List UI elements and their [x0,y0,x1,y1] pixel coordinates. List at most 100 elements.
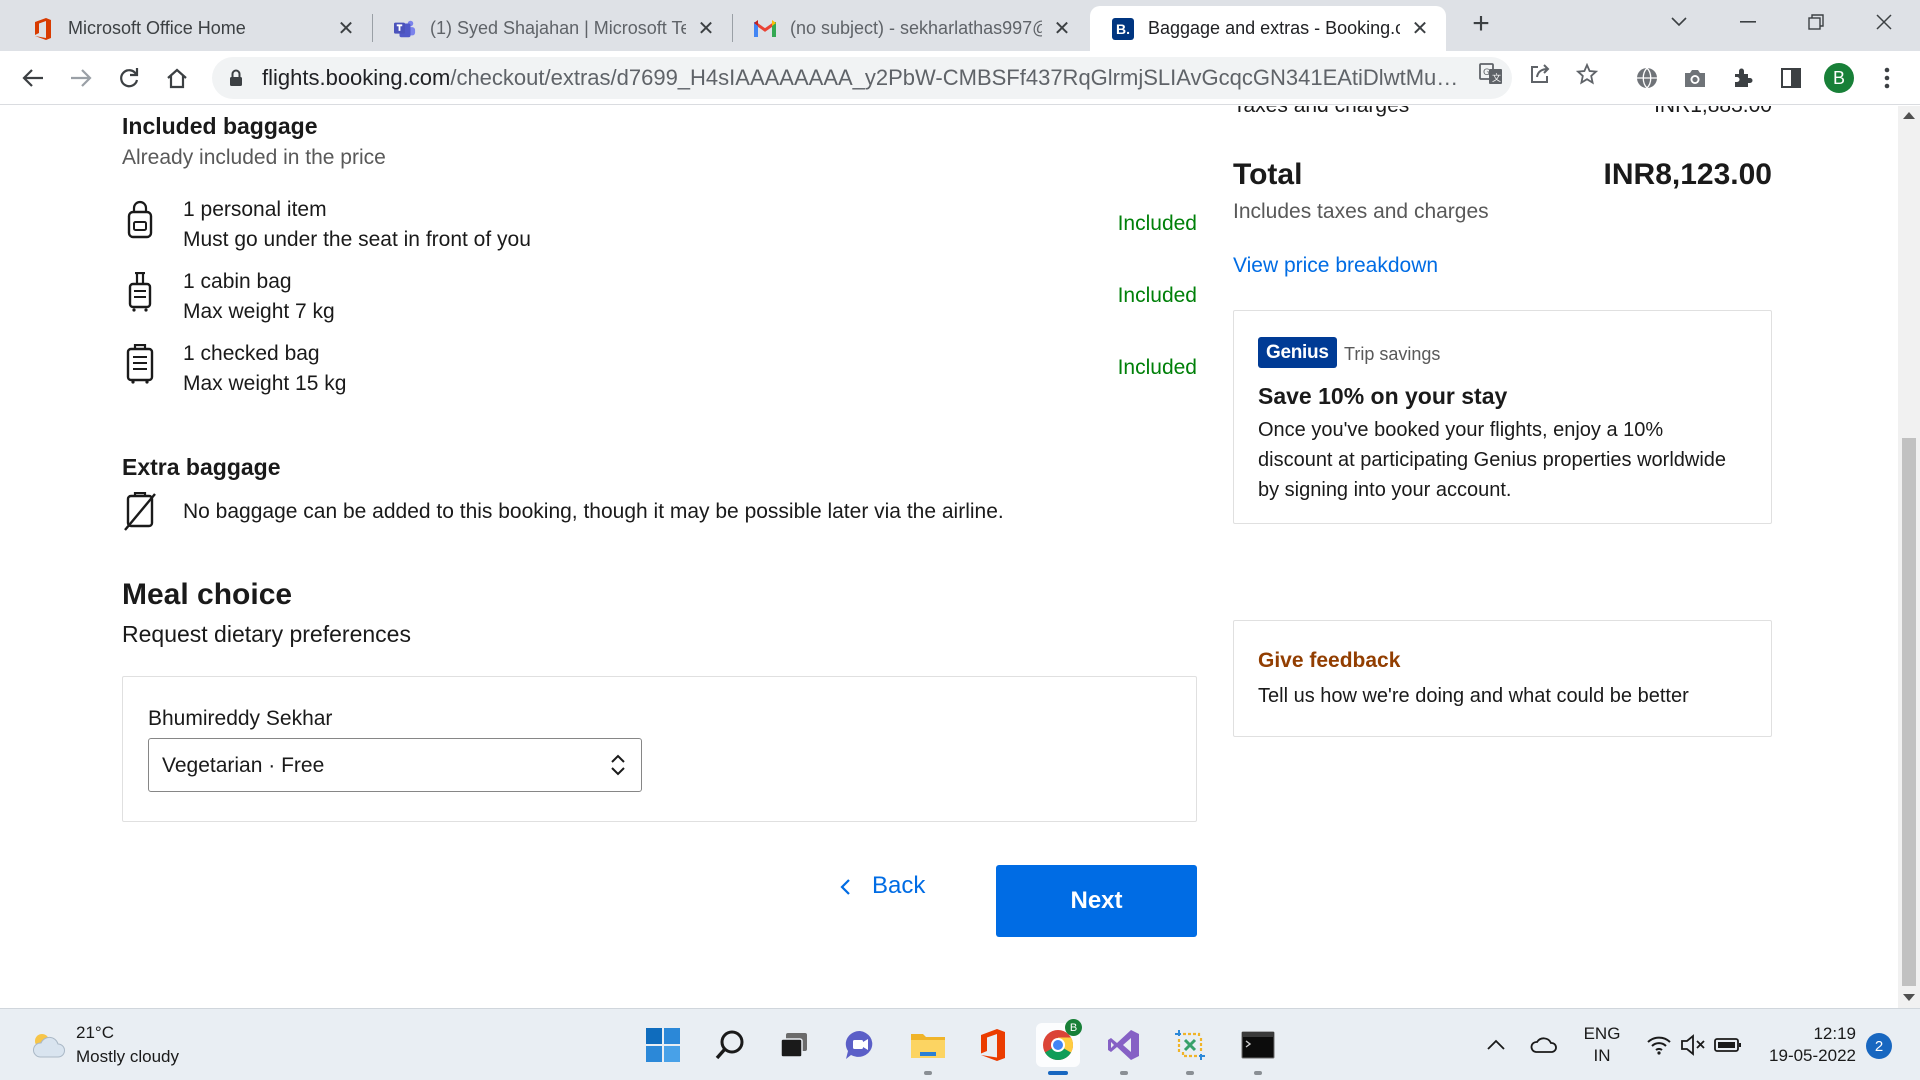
visual-studio-icon[interactable] [1102,1023,1146,1067]
back-button-label: Back [872,872,926,899]
view-price-breakdown-link[interactable]: View price breakdown [1233,254,1438,278]
onedrive-cloud-icon[interactable] [1530,1031,1558,1059]
total-value: INR8,123.00 [1603,158,1772,191]
page-scrollbar[interactable] [1898,106,1920,1008]
teams-chat-icon[interactable] [838,1023,882,1067]
input-language[interactable]: ENG IN [1582,1023,1622,1067]
reload-icon[interactable] [114,63,144,93]
chevron-left-icon [838,876,852,896]
office-app-icon[interactable] [971,1023,1015,1067]
speaker-muted-icon[interactable] [1679,1031,1707,1059]
side-panel-icon[interactable] [1776,63,1806,93]
new-tab-button[interactable]: + [1466,9,1496,40]
included-status: Included [1117,356,1197,379]
camera-extension-icon[interactable] [1680,63,1710,93]
extra-baggage-title: Extra baggage [122,454,281,480]
tab-title: (no subject) - sekharlathas997@g [790,18,1042,38]
cloud-weather-icon[interactable] [30,1031,66,1059]
baggage-row-checked: 1 checked bag Max weight 15 kg Included [122,342,1197,402]
globe-extension-icon[interactable] [1632,63,1662,93]
back-button[interactable]: Back [838,864,938,908]
genius-badge: Genius [1258,337,1337,368]
tab-teams[interactable]: (1) Syed Shajahan | Microsoft Tea ✕ [372,6,732,51]
meal-select[interactable]: Vegetarian · Free [148,738,642,792]
snipping-tool-icon[interactable] [1168,1023,1212,1067]
tab-title: Baggage and extras - Booking.co [1148,18,1400,38]
feedback-title[interactable]: Give feedback [1258,649,1400,673]
minimize-icon[interactable] [1720,0,1776,44]
tab-gmail[interactable]: (no subject) - sekharlathas997@g ✕ [732,6,1088,51]
genius-body: Once you've booked your flights, enjoy a… [1258,419,1727,501]
total-subtitle: Includes taxes and charges [1233,200,1489,223]
included-status: Included [1117,284,1197,307]
chrome-icon[interactable]: B [1036,1019,1082,1067]
baggage-item-detail: Must go under the seat in front of you [183,228,531,251]
scrollbar-thumb[interactable] [1902,438,1916,986]
kebab-menu-icon[interactable] [1872,63,1902,93]
region-code: IN [1593,1046,1611,1065]
teams-icon [394,18,416,40]
gmail-icon [754,18,776,40]
weather-temperature[interactable]: 21°C [76,1023,114,1043]
browser-tab-strip: Microsoft Office Home ✕ (1) Syed Shajaha… [0,0,1920,51]
close-tab-icon[interactable]: ✕ [1050,17,1074,41]
windows-start-icon[interactable] [641,1023,685,1067]
active-indicator [1048,1071,1068,1075]
weather-description[interactable]: Mostly cloudy [76,1047,179,1067]
baggage-item-detail: Max weight 15 kg [183,372,347,395]
chevron-up-icon[interactable] [1482,1031,1510,1059]
genius-tag: Trip savings [1344,344,1441,364]
task-view-icon[interactable] [772,1023,816,1067]
included-baggage-title: Included baggage [122,113,318,139]
meal-passenger-card: Bhumireddy Sekhar Vegetarian · Free [122,676,1197,822]
total-label: Total [1233,158,1303,191]
file-explorer-icon[interactable] [906,1023,950,1067]
svg-text:文: 文 [1492,72,1501,84]
back-arrow-icon[interactable] [18,63,48,93]
scroll-up-arrow-icon[interactable] [1903,112,1915,119]
select-arrows-icon [609,752,627,778]
translate-icon[interactable]: G文 [1478,61,1504,87]
close-tab-icon[interactable]: ✕ [1408,17,1432,41]
genius-title: Save 10% on your stay [1258,383,1508,409]
meal-select-value: Vegetarian · Free [162,754,325,777]
taxes-label: Taxes and charges [1233,106,1409,118]
taxes-value: INR1,883.00 [1600,106,1772,118]
scroll-down-arrow-icon[interactable] [1903,994,1915,1001]
genius-card: Genius Trip savings Save 10% on your sta… [1233,310,1772,524]
baggage-row-cabin: 1 cabin bag Max weight 7 kg Included [122,270,1197,330]
close-tab-icon[interactable]: ✕ [334,17,358,41]
booking-icon: B. [1112,17,1134,40]
search-icon[interactable] [708,1023,752,1067]
close-window-icon[interactable] [1856,0,1912,44]
tab-office[interactable]: Microsoft Office Home ✕ [10,6,372,51]
running-indicator [1254,1071,1262,1075]
home-icon[interactable] [162,63,192,93]
wifi-icon[interactable] [1645,1031,1673,1059]
running-indicator [924,1071,932,1075]
baggage-item-name: 1 personal item [183,198,327,221]
feedback-body: Tell us how we're doing and what could b… [1258,685,1689,707]
restore-icon[interactable] [1788,0,1844,44]
url-path: /checkout/extras/d7699_H4sIAAAAAAAA_y2Pb… [450,65,1461,90]
share-icon[interactable] [1527,61,1553,87]
system-clock[interactable]: 12:19 19-05-2022 [1762,1023,1856,1067]
baggage-row-personal: 1 personal item Must go under the seat i… [122,198,1197,258]
tab-search-icon[interactable] [1651,0,1707,44]
running-indicator [1120,1071,1128,1075]
feedback-card[interactable]: Give feedback Tell us how we're doing an… [1233,620,1772,737]
extensions-puzzle-icon[interactable] [1728,63,1758,93]
windows-taskbar: 21°C Mostly cloudy B ENG IN 12:19 19-05-… [0,1008,1920,1080]
terminal-icon[interactable] [1236,1023,1280,1067]
close-tab-icon[interactable]: ✕ [694,17,718,41]
profile-avatar[interactable]: B [1824,63,1854,93]
tab-booking[interactable]: B. Baggage and extras - Booking.co ✕ [1090,6,1446,51]
forward-arrow-icon[interactable] [66,63,96,93]
address-bar[interactable]: flights.booking.com/checkout/extras/d769… [212,57,1512,99]
lock-icon[interactable] [226,68,246,88]
battery-icon[interactable] [1714,1031,1742,1059]
bookmark-star-icon[interactable] [1574,61,1600,87]
next-button[interactable]: Next [996,865,1197,937]
checked-bag-icon [122,343,158,384]
notification-badge[interactable]: 2 [1866,1033,1892,1059]
